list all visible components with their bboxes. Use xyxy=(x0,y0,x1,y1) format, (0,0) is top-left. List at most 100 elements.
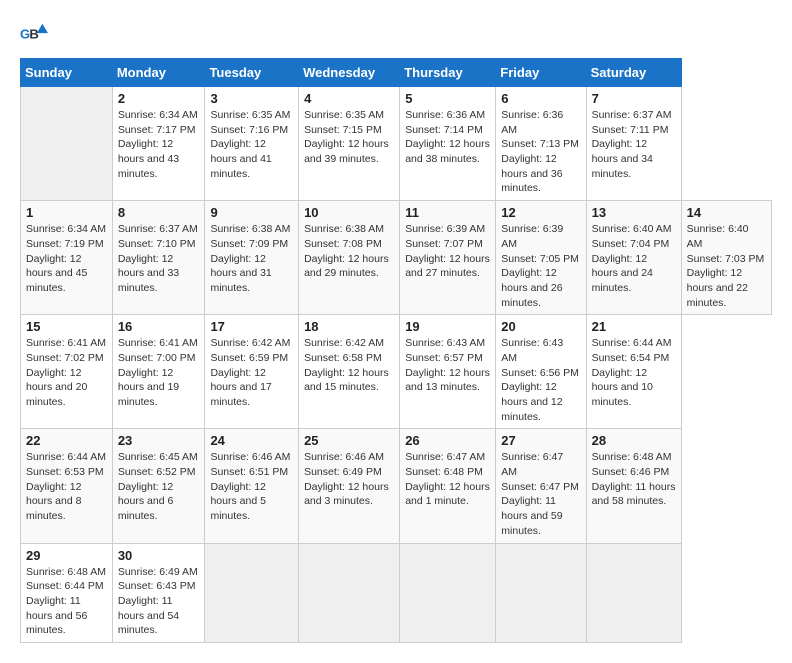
day-info: Sunrise: 6:46 AM Sunset: 6:49 PM Dayligh… xyxy=(304,450,394,509)
table-row: 23 Sunrise: 6:45 AM Sunset: 6:52 PM Dayli… xyxy=(112,429,205,543)
table-row: 15Sunrise: 6:41 AM Sunset: 7:02 PM Dayli… xyxy=(21,315,113,429)
day-number: 24 xyxy=(210,433,293,448)
day-info: Sunrise: 6:42 AM Sunset: 6:58 PM Dayligh… xyxy=(304,336,394,395)
day-info: Sunrise: 6:37 AM Sunset: 7:11 PM Dayligh… xyxy=(592,108,676,181)
table-row: 30 Sunrise: 6:49 AM Sunset: 6:43 PM Dayli… xyxy=(112,543,205,642)
table-row: 8Sunrise: 6:37 AM Sunset: 7:10 PM Daylig… xyxy=(112,201,205,315)
week-row-1: 2 Sunrise: 6:34 AM Sunset: 7:17 PM Daylig… xyxy=(21,87,772,201)
table-row: 10 Sunrise: 6:38 AM Sunset: 7:08 PM Dayli… xyxy=(299,201,400,315)
header-row: SundayMondayTuesdayWednesdayThursdayFrid… xyxy=(21,59,772,87)
day-info: Sunrise: 6:42 AM Sunset: 6:59 PM Dayligh… xyxy=(210,336,293,409)
day-number: 9 xyxy=(210,205,293,220)
day-number: 17 xyxy=(210,319,293,334)
table-row xyxy=(299,543,400,642)
table-row: 11Sunrise: 6:39 AM Sunset: 7:07 PM Dayli… xyxy=(400,201,496,315)
table-row: 27 Sunrise: 6:47 AM Sunset: 6:47 PM Dayli… xyxy=(496,429,586,543)
day-number: 28 xyxy=(592,433,676,448)
table-row: 14 Sunrise: 6:40 AM Sunset: 7:03 PM Dayli… xyxy=(681,201,771,315)
day-info: Sunrise: 6:41 AM Sunset: 7:00 PM Dayligh… xyxy=(118,336,200,409)
day-number: 6 xyxy=(501,91,580,106)
day-number: 20 xyxy=(501,319,580,334)
table-row: 20Sunrise: 6:43 AM Sunset: 6:56 PM Dayli… xyxy=(496,315,586,429)
day-info: Sunrise: 6:40 AM Sunset: 7:04 PM Dayligh… xyxy=(592,222,676,295)
table-row: 21 Sunrise: 6:44 AM Sunset: 6:54 PM Dayli… xyxy=(586,315,681,429)
table-row: 4 Sunrise: 6:35 AM Sunset: 7:15 PM Daylig… xyxy=(299,87,400,201)
table-row: 9 Sunrise: 6:38 AM Sunset: 7:09 PM Daylig… xyxy=(205,201,299,315)
week-row-5: 29Sunrise: 6:48 AM Sunset: 6:44 PM Dayli… xyxy=(21,543,772,642)
day-info: Sunrise: 6:34 AM Sunset: 7:17 PM Dayligh… xyxy=(118,108,200,181)
column-header-thursday: Thursday xyxy=(400,59,496,87)
column-header-friday: Friday xyxy=(496,59,586,87)
week-row-4: 22Sunrise: 6:44 AM Sunset: 6:53 PM Dayli… xyxy=(21,429,772,543)
week-row-2: 1Sunrise: 6:34 AM Sunset: 7:19 PM Daylig… xyxy=(21,201,772,315)
day-info: Sunrise: 6:38 AM Sunset: 7:08 PM Dayligh… xyxy=(304,222,394,281)
day-info: Sunrise: 6:47 AM Sunset: 6:48 PM Dayligh… xyxy=(405,450,490,509)
day-info: Sunrise: 6:48 AM Sunset: 6:46 PM Dayligh… xyxy=(592,450,676,509)
table-row: 5 Sunrise: 6:36 AM Sunset: 7:14 PM Daylig… xyxy=(400,87,496,201)
table-row: 26 Sunrise: 6:47 AM Sunset: 6:48 PM Dayli… xyxy=(400,429,496,543)
day-number: 19 xyxy=(405,319,490,334)
day-info: Sunrise: 6:44 AM Sunset: 6:54 PM Dayligh… xyxy=(592,336,676,409)
column-header-sunday: Sunday xyxy=(21,59,113,87)
day-info: Sunrise: 6:35 AM Sunset: 7:16 PM Dayligh… xyxy=(210,108,293,181)
day-number: 30 xyxy=(118,548,200,563)
logo-icon: G B xyxy=(20,20,48,48)
day-number: 3 xyxy=(210,91,293,106)
day-number: 14 xyxy=(687,205,766,220)
day-number: 18 xyxy=(304,319,394,334)
day-info: Sunrise: 6:48 AM Sunset: 6:44 PM Dayligh… xyxy=(26,565,107,638)
column-header-saturday: Saturday xyxy=(586,59,681,87)
table-row: 28 Sunrise: 6:48 AM Sunset: 6:46 PM Dayli… xyxy=(586,429,681,543)
table-row xyxy=(496,543,586,642)
logo: G B xyxy=(20,20,54,48)
day-number: 7 xyxy=(592,91,676,106)
day-number: 13 xyxy=(592,205,676,220)
day-number: 27 xyxy=(501,433,580,448)
table-row: 3 Sunrise: 6:35 AM Sunset: 7:16 PM Daylig… xyxy=(205,87,299,201)
svg-text:B: B xyxy=(29,27,38,42)
day-info: Sunrise: 6:46 AM Sunset: 6:51 PM Dayligh… xyxy=(210,450,293,523)
day-number: 4 xyxy=(304,91,394,106)
table-row: 6 Sunrise: 6:36 AM Sunset: 7:13 PM Daylig… xyxy=(496,87,586,201)
day-info: Sunrise: 6:35 AM Sunset: 7:15 PM Dayligh… xyxy=(304,108,394,167)
day-info: Sunrise: 6:40 AM Sunset: 7:03 PM Dayligh… xyxy=(687,222,766,310)
day-number: 22 xyxy=(26,433,107,448)
table-row: 18 Sunrise: 6:42 AM Sunset: 6:58 PM Dayli… xyxy=(299,315,400,429)
day-number: 1 xyxy=(26,205,107,220)
table-row: 7 Sunrise: 6:37 AM Sunset: 7:11 PM Daylig… xyxy=(586,87,681,201)
day-info: Sunrise: 6:37 AM Sunset: 7:10 PM Dayligh… xyxy=(118,222,200,295)
table-row: 1Sunrise: 6:34 AM Sunset: 7:19 PM Daylig… xyxy=(21,201,113,315)
day-number: 25 xyxy=(304,433,394,448)
day-info: Sunrise: 6:39 AM Sunset: 7:05 PM Dayligh… xyxy=(501,222,580,310)
day-number: 21 xyxy=(592,319,676,334)
table-row: 17 Sunrise: 6:42 AM Sunset: 6:59 PM Dayli… xyxy=(205,315,299,429)
table-row: 13 Sunrise: 6:40 AM Sunset: 7:04 PM Dayli… xyxy=(586,201,681,315)
table-row: 2 Sunrise: 6:34 AM Sunset: 7:17 PM Daylig… xyxy=(112,87,205,201)
table-row: 25 Sunrise: 6:46 AM Sunset: 6:49 PM Dayli… xyxy=(299,429,400,543)
day-number: 11 xyxy=(405,205,490,220)
day-info: Sunrise: 6:38 AM Sunset: 7:09 PM Dayligh… xyxy=(210,222,293,295)
day-number: 26 xyxy=(405,433,490,448)
column-header-monday: Monday xyxy=(112,59,205,87)
day-number: 5 xyxy=(405,91,490,106)
column-header-wednesday: Wednesday xyxy=(299,59,400,87)
day-info: Sunrise: 6:43 AM Sunset: 6:57 PM Dayligh… xyxy=(405,336,490,395)
day-number: 23 xyxy=(118,433,200,448)
day-info: Sunrise: 6:36 AM Sunset: 7:14 PM Dayligh… xyxy=(405,108,490,167)
day-info: Sunrise: 6:49 AM Sunset: 6:43 PM Dayligh… xyxy=(118,565,200,638)
day-info: Sunrise: 6:36 AM Sunset: 7:13 PM Dayligh… xyxy=(501,108,580,196)
table-row: 22Sunrise: 6:44 AM Sunset: 6:53 PM Dayli… xyxy=(21,429,113,543)
day-number: 16 xyxy=(118,319,200,334)
table-row xyxy=(586,543,681,642)
day-number: 10 xyxy=(304,205,394,220)
table-row: 19 Sunrise: 6:43 AM Sunset: 6:57 PM Dayli… xyxy=(400,315,496,429)
calendar-table: SundayMondayTuesdayWednesdayThursdayFrid… xyxy=(20,58,772,643)
day-info: Sunrise: 6:45 AM Sunset: 6:52 PM Dayligh… xyxy=(118,450,200,523)
day-number: 2 xyxy=(118,91,200,106)
day-info: Sunrise: 6:47 AM Sunset: 6:47 PM Dayligh… xyxy=(501,450,580,538)
day-number: 12 xyxy=(501,205,580,220)
table-row xyxy=(400,543,496,642)
table-row: 24 Sunrise: 6:46 AM Sunset: 6:51 PM Dayli… xyxy=(205,429,299,543)
table-row: 29Sunrise: 6:48 AM Sunset: 6:44 PM Dayli… xyxy=(21,543,113,642)
table-row xyxy=(21,87,113,201)
